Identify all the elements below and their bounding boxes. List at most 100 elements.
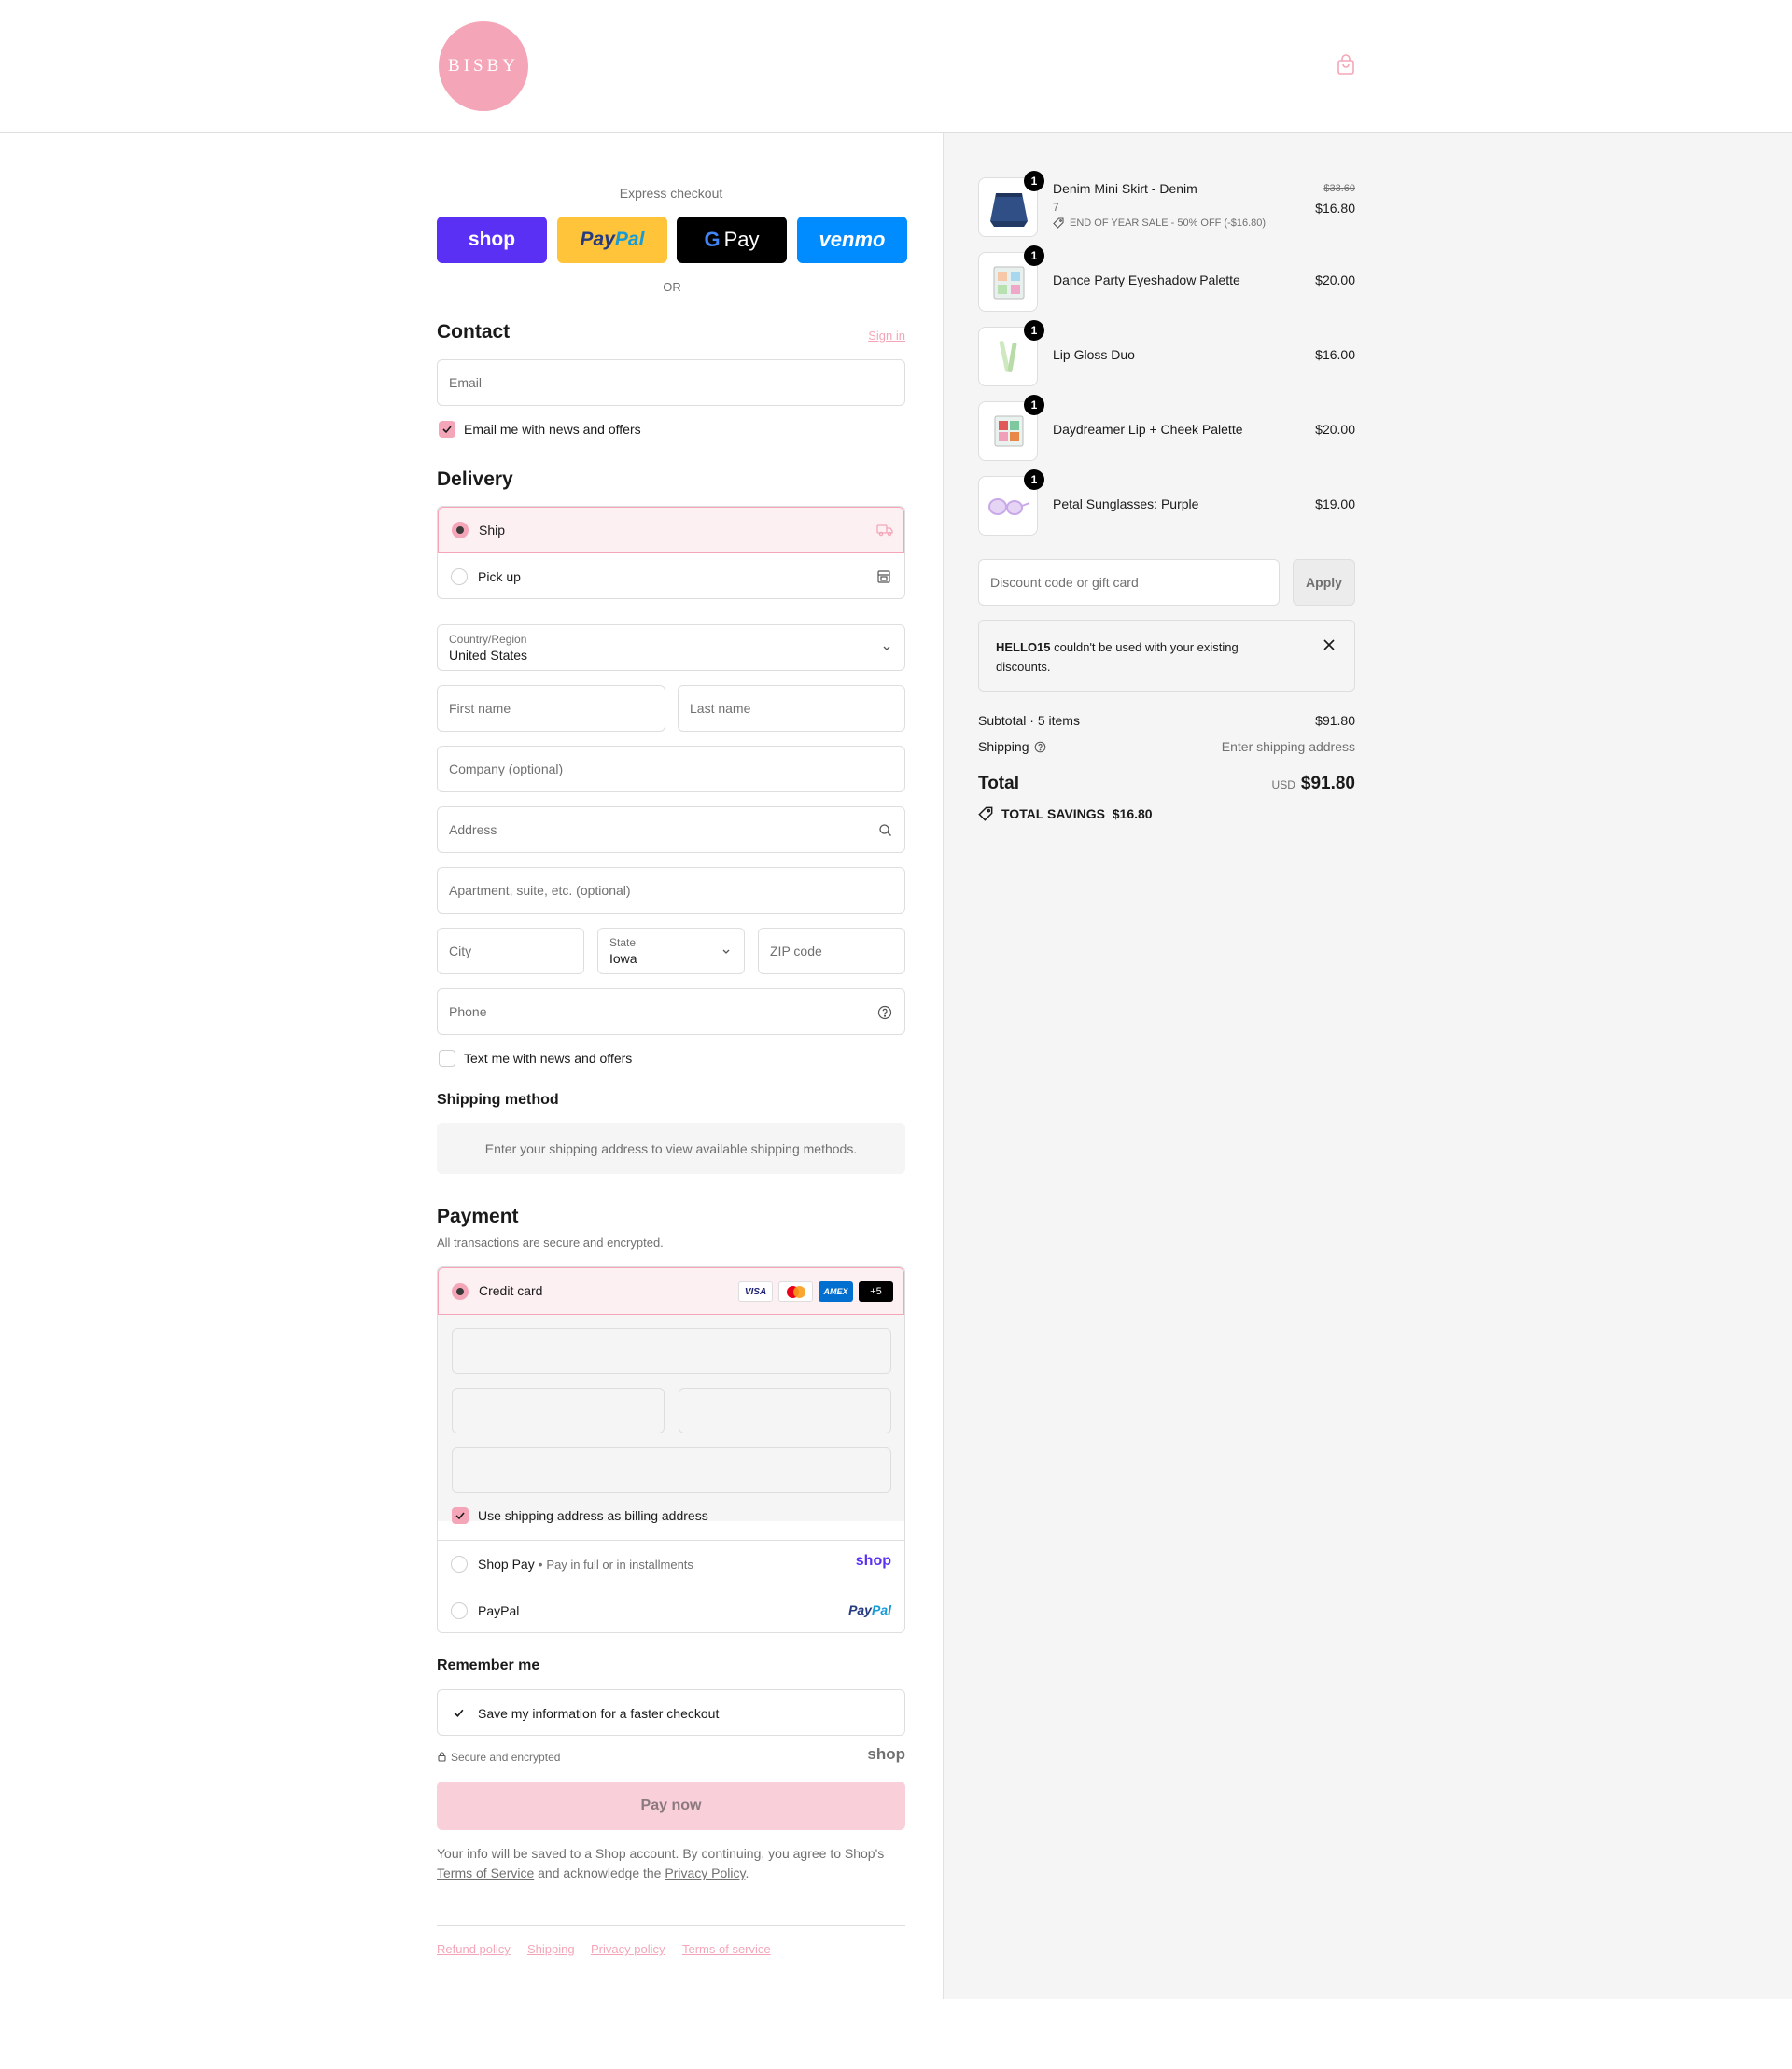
more-cards-label: +5: [870, 1286, 882, 1297]
savings-value: $16.80: [1112, 806, 1153, 821]
item-name: Lip Gloss Duo: [1053, 347, 1135, 362]
item-price: $16.80: [1315, 201, 1355, 216]
card-number-field[interactable]: [452, 1328, 891, 1374]
discount-placeholder: Discount code or gift card: [990, 575, 1139, 590]
payment-heading: Payment: [437, 1206, 519, 1227]
ship-radio[interactable]: [452, 522, 469, 538]
payment-methods: Credit card VISA AMEX +5 Use shipping ad…: [437, 1266, 905, 1633]
paypal-radio[interactable]: [451, 1602, 468, 1619]
shop-pay-button[interactable]: shop: [437, 217, 547, 263]
shopping-bag-icon[interactable]: [1335, 54, 1357, 77]
item-discount: END OF YEAR SALE - 50% OFF (-$16.80): [1070, 217, 1267, 229]
card-name-field[interactable]: [452, 1447, 891, 1493]
privacy-policy-footer-link[interactable]: Privacy policy: [591, 1942, 665, 1956]
item-quantity-badge: 1: [1024, 245, 1044, 266]
savings-label: TOTAL SAVINGS: [1001, 806, 1105, 821]
zip-placeholder: ZIP code: [770, 944, 822, 958]
truck-icon: [876, 524, 893, 537]
refund-policy-link[interactable]: Refund policy: [437, 1942, 511, 1956]
chevron-down-icon: [722, 949, 730, 954]
footer-divider: [437, 1925, 905, 1926]
google-pay-button[interactable]: G Pay: [677, 217, 787, 263]
country-select[interactable]: Country/Region United States: [437, 624, 905, 671]
close-icon[interactable]: [1323, 639, 1335, 650]
company-field[interactable]: Company (optional): [437, 746, 905, 792]
help-icon[interactable]: [1034, 741, 1046, 753]
contact-heading: Contact: [437, 321, 511, 343]
checkmark-icon[interactable]: [453, 1707, 465, 1719]
zip-field[interactable]: ZIP code: [758, 928, 905, 974]
savings-tag-icon: [978, 806, 993, 821]
item-old-price: $33.60: [1323, 183, 1355, 194]
city-field[interactable]: City: [437, 928, 584, 974]
shop-pay-radio[interactable]: [451, 1556, 468, 1573]
shipping-link[interactable]: Shipping: [527, 1942, 575, 1956]
billing-address-checkbox[interactable]: [452, 1507, 469, 1524]
pay-now-label: Pay now: [640, 1797, 702, 1813]
first-name-field[interactable]: First name: [437, 685, 665, 732]
legal-middle: and acknowledge the: [538, 1866, 662, 1880]
credit-card-option[interactable]: Credit card VISA AMEX +5: [438, 1267, 904, 1315]
phone-field[interactable]: Phone: [437, 988, 905, 1035]
shipping-method-message: Enter your shipping address to view avai…: [484, 1140, 858, 1156]
discount-error-text: HELLO15 couldn't be used with your exist…: [996, 637, 1276, 677]
pickup-option[interactable]: Pick up: [438, 553, 904, 598]
save-info-option[interactable]: Save my information for a faster checkou…: [437, 1689, 905, 1736]
apply-label: Apply: [1306, 575, 1342, 590]
card-fields-panel: [438, 1315, 904, 1524]
pay-now-button[interactable]: Pay now: [437, 1782, 905, 1830]
pickup-radio[interactable]: [451, 568, 468, 585]
state-select[interactable]: State Iowa: [597, 928, 745, 974]
phone-placeholder: Phone: [449, 1004, 487, 1019]
legal-end: .: [745, 1866, 749, 1880]
payment-subtitle: All transactions are secure and encrypte…: [437, 1236, 664, 1250]
credit-card-radio[interactable]: [452, 1283, 469, 1300]
apartment-field[interactable]: Apartment, suite, etc. (optional): [437, 867, 905, 914]
discount-code: HELLO15: [996, 640, 1051, 654]
item-name: Dance Party Eyeshadow Palette: [1053, 273, 1240, 287]
country-label: Country/Region: [449, 633, 527, 646]
paypal-logo-a: Pay: [848, 1602, 872, 1617]
shop-pay-option[interactable]: Shop Pay • Pay in full or in installment…: [438, 1540, 904, 1587]
help-icon[interactable]: [877, 1005, 892, 1020]
paypal-option[interactable]: PayPal PayPal: [438, 1587, 904, 1632]
denim-skirt-image: [990, 193, 1028, 227]
address-field[interactable]: Address: [437, 806, 905, 853]
apply-discount-button[interactable]: Apply: [1293, 559, 1355, 606]
brand-logo[interactable]: BISBY: [439, 21, 528, 111]
card-expiry-field[interactable]: [452, 1388, 665, 1433]
paypal-label: PayPal: [478, 1603, 520, 1618]
item-quantity-badge: 1: [1024, 395, 1044, 415]
legal-text: Your info will be saved to a Shop accoun…: [437, 1844, 905, 1883]
paypal-button[interactable]: Pay Pal: [557, 217, 667, 263]
item-variant: 7: [1053, 201, 1059, 214]
terms-of-service-link[interactable]: Terms of Service: [437, 1866, 534, 1880]
card-cvv-field[interactable]: [679, 1388, 891, 1433]
express-checkout-title: Express checkout: [619, 186, 723, 201]
brand-name: BISBY: [448, 56, 519, 76]
state-value: Iowa: [609, 951, 637, 966]
ship-option[interactable]: Ship: [438, 507, 904, 553]
shipping-method-notice: Enter your shipping address to view avai…: [437, 1123, 905, 1174]
terms-of-service-footer-link[interactable]: Terms of service: [682, 1942, 771, 1956]
email-field[interactable]: Email: [437, 359, 905, 406]
item-price: $20.00: [1315, 422, 1355, 437]
email-news-checkbox[interactable]: [439, 421, 455, 438]
eyeshadow-palette-image: [993, 266, 1025, 300]
last-name-field[interactable]: Last name: [678, 685, 905, 732]
save-info-label: Save my information for a faster checkou…: [478, 1706, 720, 1721]
shipping-method-heading: Shipping method: [437, 1092, 559, 1108]
item-price: $19.00: [1315, 496, 1355, 511]
venmo-button[interactable]: venmo: [797, 217, 907, 263]
checkmark-icon: [442, 426, 452, 434]
or-divider-label: OR: [663, 280, 681, 294]
text-news-checkbox[interactable]: [439, 1050, 455, 1067]
tag-icon: [1053, 217, 1064, 229]
privacy-policy-link[interactable]: Privacy Policy: [665, 1866, 745, 1880]
total-savings: TOTAL SAVINGS $16.80: [1001, 806, 1153, 821]
total-amount: USD $91.80: [1169, 774, 1355, 794]
discount-code-field[interactable]: Discount code or gift card: [978, 559, 1280, 606]
store-icon: [877, 570, 890, 583]
sign-in-link[interactable]: Sign in: [840, 329, 905, 343]
shop-pay-label: Shop Pay • Pay in full or in installment…: [478, 1557, 693, 1572]
